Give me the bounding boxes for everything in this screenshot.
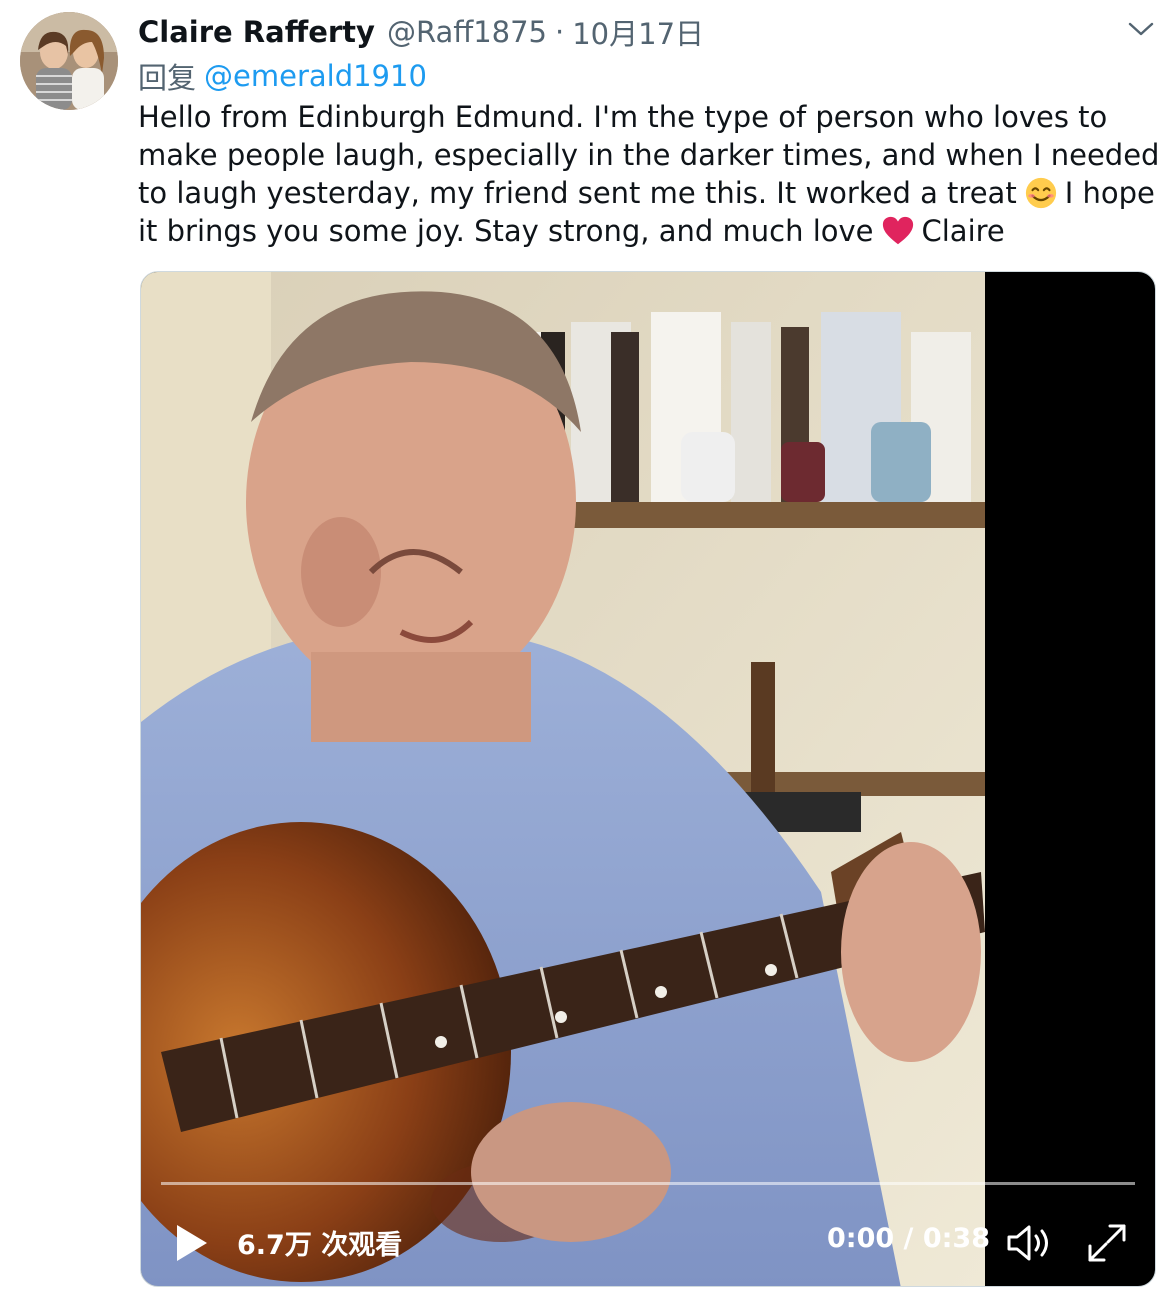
play-button[interactable] <box>169 1221 213 1265</box>
view-count: 6.7万 次观看 <box>237 1230 403 1261</box>
smiling-face-emoji <box>1023 176 1059 210</box>
tweet-text-segment: to laugh yesterday, my friend sent me th… <box>138 176 1017 210</box>
tweet-text-line: Hello from Edinburgh Edmund. I'm the typ… <box>138 98 1158 136</box>
avatar[interactable] <box>20 12 118 110</box>
video-controls: 6.7万 次观看 0:00 / 0:38 <box>141 1207 1155 1277</box>
tweet: Claire Rafferty @Raff1875 · 10月17日 回复 @e… <box>0 0 1174 1300</box>
tweet-text: Hello from Edinburgh Edmund. I'm the typ… <box>138 98 1160 250</box>
reply-prefix: 回复 <box>138 61 197 95</box>
tweet-text-line: make people laugh, especially in the dar… <box>138 136 1160 174</box>
avatar-photo <box>20 12 118 110</box>
tweet-text-segment: make people laugh, especially in the dar… <box>138 138 1160 172</box>
tweet-text-segment: I hope <box>1064 176 1155 210</box>
tweet-text-line: it brings you some joy. Stay strong, and… <box>138 212 1158 250</box>
video-progress-bar[interactable] <box>161 1182 1135 1185</box>
volume-button[interactable] <box>1003 1221 1055 1265</box>
header-separator: · <box>555 15 565 49</box>
tweet-text-segment: Claire <box>921 214 1005 248</box>
reply-context: 回复 @emerald1910 <box>138 56 427 96</box>
tweet-text-segment: Hello from Edinburgh Edmund. I'm the typ… <box>138 100 1108 134</box>
video-frame[interactable] <box>141 272 985 1286</box>
fullscreen-icon <box>1088 1224 1126 1262</box>
volume-icon <box>1007 1225 1048 1261</box>
chevron-down-icon <box>1128 22 1154 36</box>
tweet-text-line: to laugh yesterday, my friend sent me th… <box>138 174 1158 212</box>
video-still-image <box>141 272 985 1286</box>
fullscreen-button[interactable] <box>1083 1221 1131 1265</box>
author-handle[interactable]: @Raff1875 <box>387 15 547 49</box>
red-heart-emoji <box>880 214 916 248</box>
author-display-name[interactable]: Claire Rafferty <box>138 15 375 49</box>
more-options-button[interactable] <box>1124 14 1158 44</box>
video-player[interactable]: 6.7万 次观看 0:00 / 0:38 <box>140 271 1156 1287</box>
video-timecode: 0:00 / 0:38 <box>827 1223 990 1254</box>
reply-target-link[interactable]: @emerald1910 <box>204 59 427 93</box>
tweet-text-segment: it brings you some joy. Stay strong, and… <box>138 214 874 248</box>
play-icon <box>177 1225 207 1261</box>
tweet-header: Claire Rafferty @Raff1875 · 10月17日 <box>138 12 704 52</box>
tweet-date[interactable]: 10月17日 <box>572 11 704 53</box>
